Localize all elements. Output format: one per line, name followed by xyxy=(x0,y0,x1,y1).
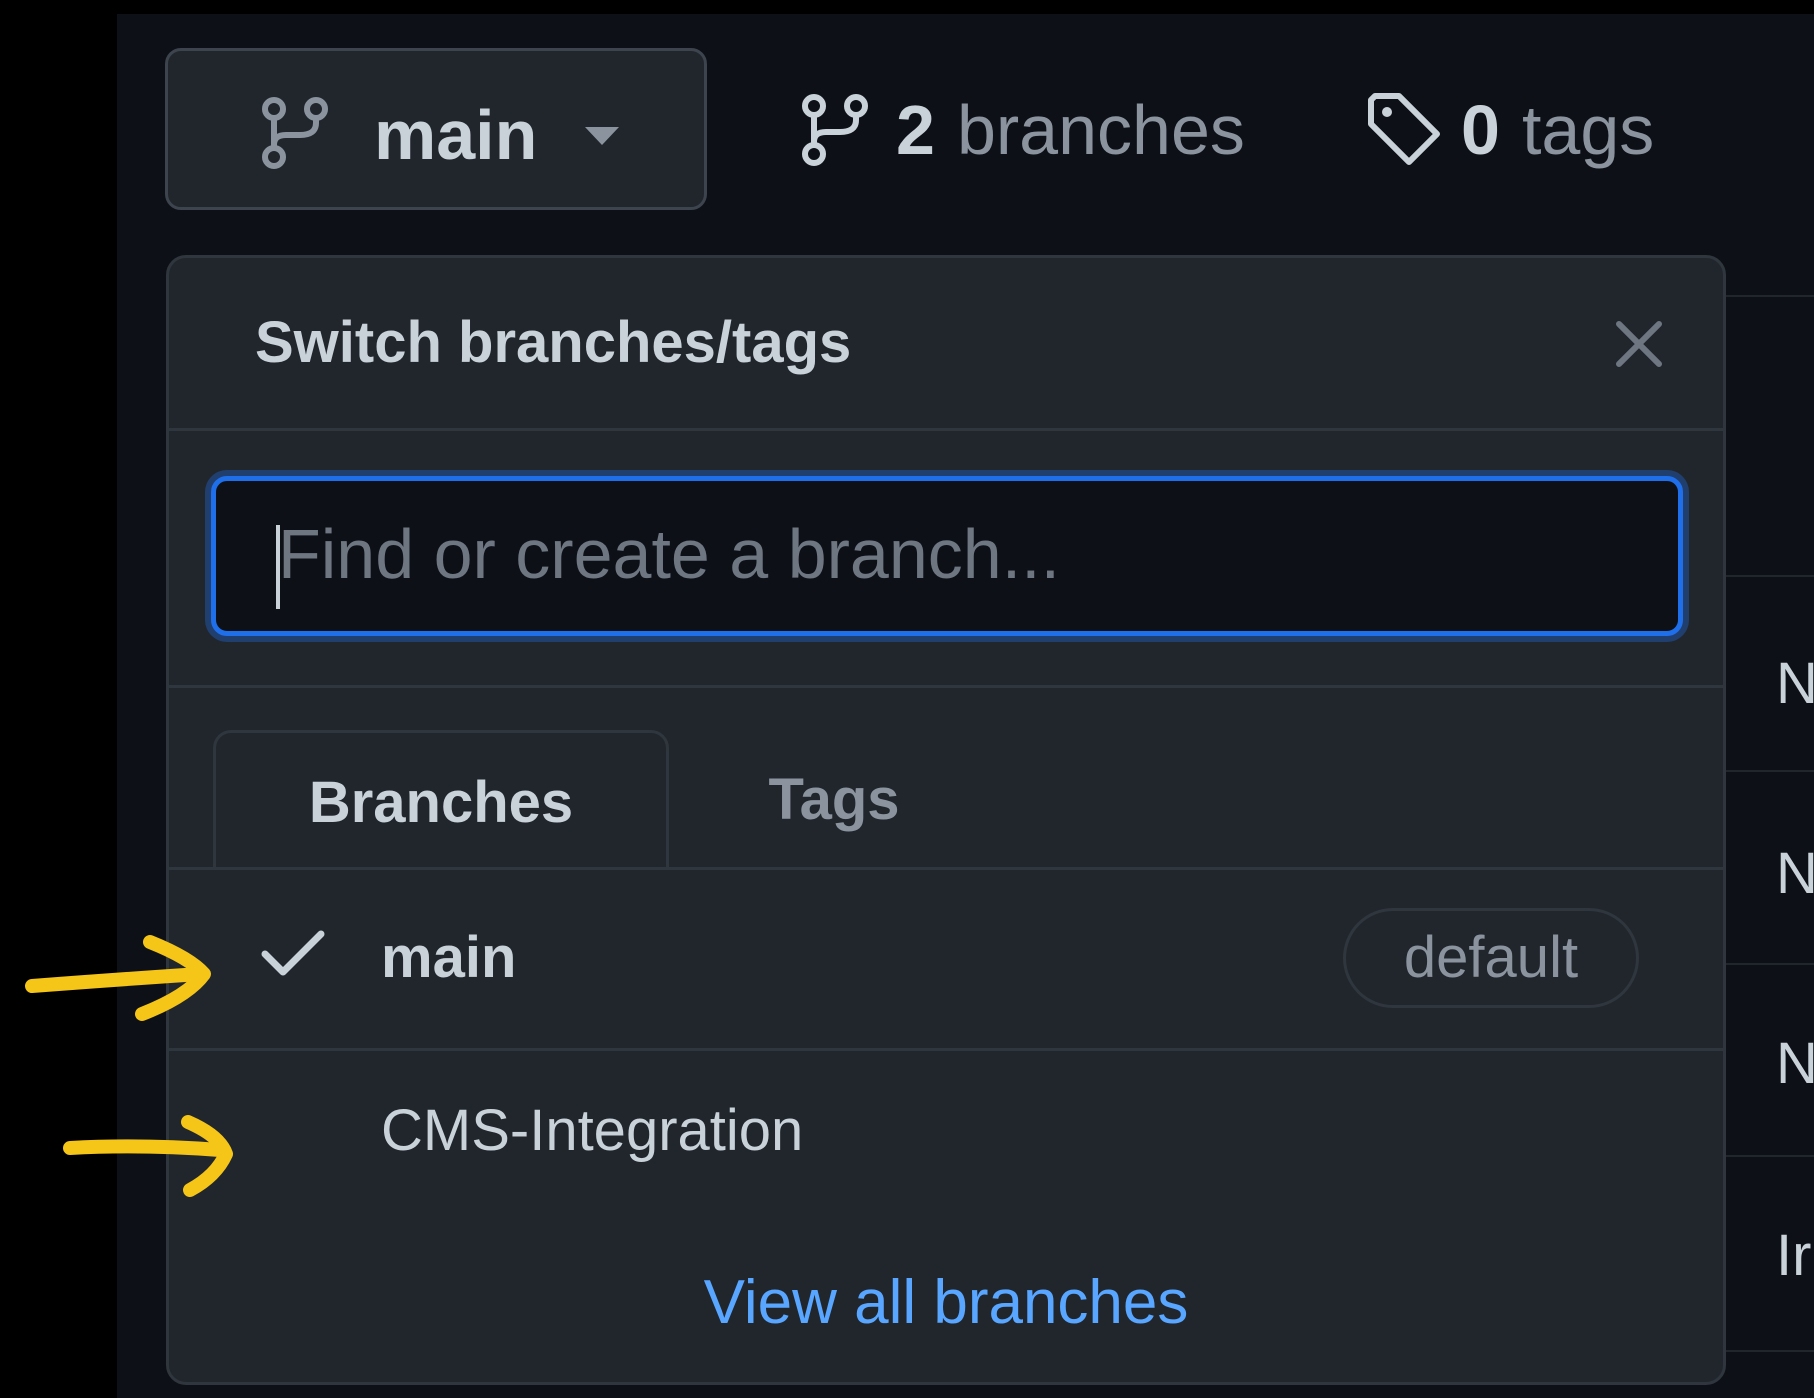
close-icon[interactable] xyxy=(1609,314,1669,374)
branch-item-main[interactable]: main default xyxy=(169,870,1723,1046)
branches-count-link[interactable]: 2 branches xyxy=(800,90,1245,170)
branch-switcher-dropdown: Switch branches/tags Branches Tags main … xyxy=(166,255,1726,1385)
tags-label: tags xyxy=(1521,91,1655,169)
divider xyxy=(169,685,1723,688)
default-badge: default xyxy=(1343,908,1639,1008)
branch-search-input[interactable] xyxy=(276,503,1660,605)
tags-count-link[interactable]: 0 tags xyxy=(1365,90,1654,170)
tab-branches[interactable]: Branches xyxy=(213,730,669,870)
background-row-letter: N xyxy=(1776,1031,1814,1096)
annotation-arrow-icon xyxy=(63,1115,233,1197)
branches-label: branches xyxy=(956,91,1245,169)
divider xyxy=(169,428,1723,431)
branch-name: CMS-Integration xyxy=(381,1098,804,1163)
branch-name: main xyxy=(381,925,517,990)
background-row-letter: N xyxy=(1776,841,1814,906)
dropdown-title: Switch branches/tags xyxy=(255,310,852,375)
tag-icon xyxy=(1365,90,1445,170)
tags-count: 0 xyxy=(1461,91,1500,169)
git-branch-icon xyxy=(260,95,330,176)
git-branch-icon xyxy=(800,92,870,168)
background-row-letter: Ir xyxy=(1776,1223,1812,1288)
branch-search-field[interactable] xyxy=(211,476,1683,636)
tab-tags[interactable]: Tags xyxy=(669,730,999,870)
background-row-letter: N xyxy=(1776,651,1814,716)
current-branch-label: main xyxy=(374,96,538,174)
chevron-down-icon xyxy=(583,125,621,152)
branch-item-cms-integration[interactable]: CMS-Integration xyxy=(169,1051,1723,1227)
check-icon xyxy=(261,928,325,983)
view-all-branches-link[interactable]: View all branches xyxy=(169,1263,1723,1343)
branches-count: 2 xyxy=(896,91,935,169)
annotation-arrow-icon xyxy=(25,935,211,1021)
branch-select-button[interactable]: main xyxy=(165,48,707,210)
